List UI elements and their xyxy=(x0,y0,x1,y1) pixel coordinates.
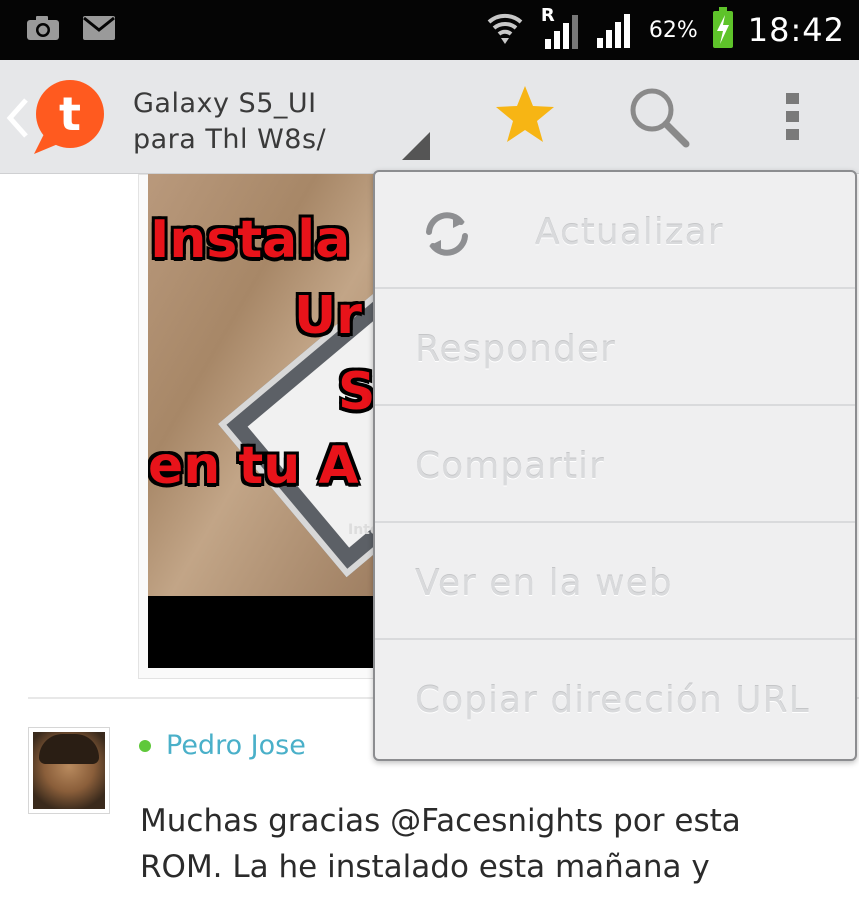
online-status-icon xyxy=(139,740,151,752)
menu-item-label: Copiar dirección URL xyxy=(415,680,810,721)
menu-item-label: Ver en la web xyxy=(415,563,673,604)
menu-item-actualizar[interactable]: Actualizar xyxy=(375,172,855,289)
comment-text: Muchas gracias @Facesnights por esta ROM… xyxy=(140,798,840,890)
post-image-word: Instala xyxy=(150,210,351,270)
avatar-photo xyxy=(33,732,105,809)
dropdown-corner-icon[interactable] xyxy=(402,132,430,164)
menu-item-copiar-url[interactable]: Copiar dirección URL xyxy=(375,640,855,757)
back-chevron-icon[interactable] xyxy=(6,96,30,144)
camera-icon xyxy=(26,14,60,46)
menu-item-label: Actualizar xyxy=(535,212,724,253)
app-logo-letter: t xyxy=(59,87,81,141)
star-icon[interactable] xyxy=(494,84,556,148)
overflow-menu: Actualizar Responder Compartir Ver en la… xyxy=(373,170,857,761)
post-image-word: Ur xyxy=(294,286,362,346)
menu-item-label: Responder xyxy=(415,329,616,370)
comment-author[interactable]: Pedro Jose xyxy=(166,730,306,761)
signal-icon xyxy=(595,8,635,52)
post-image-word: en tu A xyxy=(148,436,359,496)
refresh-icon xyxy=(419,206,475,266)
battery-percent: 62% xyxy=(648,17,698,43)
comment-text-line: ROM. La he instalado esta mañana y xyxy=(140,849,710,885)
wifi-icon xyxy=(485,8,525,52)
menu-item-label: Compartir xyxy=(415,446,605,487)
signal-roaming-icon: R xyxy=(539,5,581,51)
mail-icon xyxy=(82,15,116,45)
status-notifications xyxy=(26,14,116,46)
battery-charging-icon xyxy=(712,7,734,53)
page-title[interactable]: Galaxy S5_UI para Thl W8s/ xyxy=(133,86,393,158)
clock: 18:42 xyxy=(747,11,845,49)
search-icon[interactable] xyxy=(628,86,690,152)
page-title-line1: Galaxy S5_UI xyxy=(133,88,317,119)
app-logo-icon[interactable]: t xyxy=(30,78,106,162)
status-bar: R 62% 18:42 xyxy=(0,0,859,60)
page-title-line2: para Thl W8s/ xyxy=(133,124,327,155)
post-image[interactable]: Instala Ur S en tu A Inter xyxy=(148,174,388,668)
menu-item-compartir[interactable]: Compartir xyxy=(375,406,855,523)
menu-item-ver-en-la-web[interactable]: Ver en la web xyxy=(375,523,855,640)
menu-item-responder[interactable]: Responder xyxy=(375,289,855,406)
overflow-menu-icon[interactable] xyxy=(785,91,801,147)
comment-text-line: Muchas gracias @Facesnights por esta xyxy=(140,803,741,839)
status-system-icons: R 62% 18:42 xyxy=(485,5,845,53)
post-image-word: S xyxy=(338,362,376,422)
avatar[interactable] xyxy=(28,727,110,814)
